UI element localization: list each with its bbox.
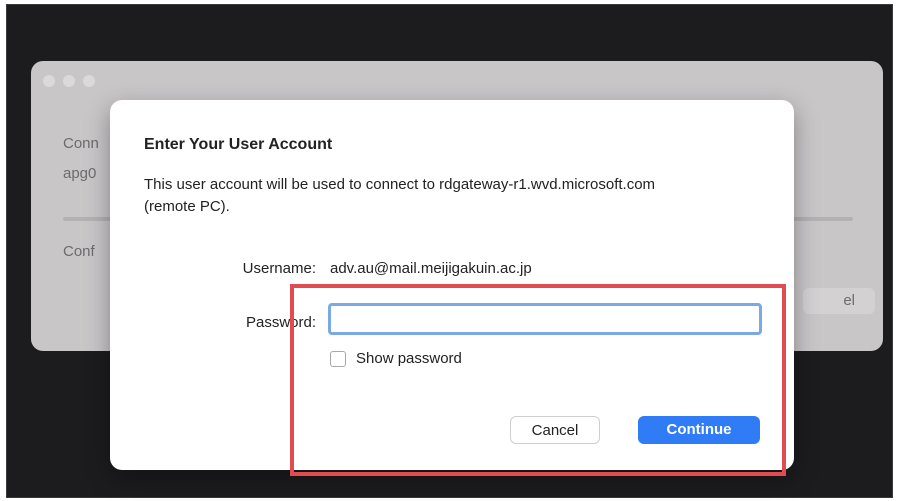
minimize-window-dot — [63, 75, 75, 87]
dialog-description: This user account will be used to connec… — [144, 176, 656, 215]
username-value: adv.au@mail.meijigakuin.ac.jp — [330, 260, 532, 277]
background-text-1: Conn — [63, 135, 99, 152]
background-text-2: apg0 — [63, 165, 97, 182]
close-window-dot — [43, 75, 55, 87]
background-titlebar — [31, 61, 883, 101]
dialog-title: Enter Your User Account — [144, 136, 333, 153]
background-button: el — [803, 288, 875, 314]
highlight-box — [290, 284, 786, 476]
background-text-3: Conf — [63, 243, 95, 260]
zoom-window-dot — [83, 75, 95, 87]
username-label: Username: — [242, 260, 316, 277]
